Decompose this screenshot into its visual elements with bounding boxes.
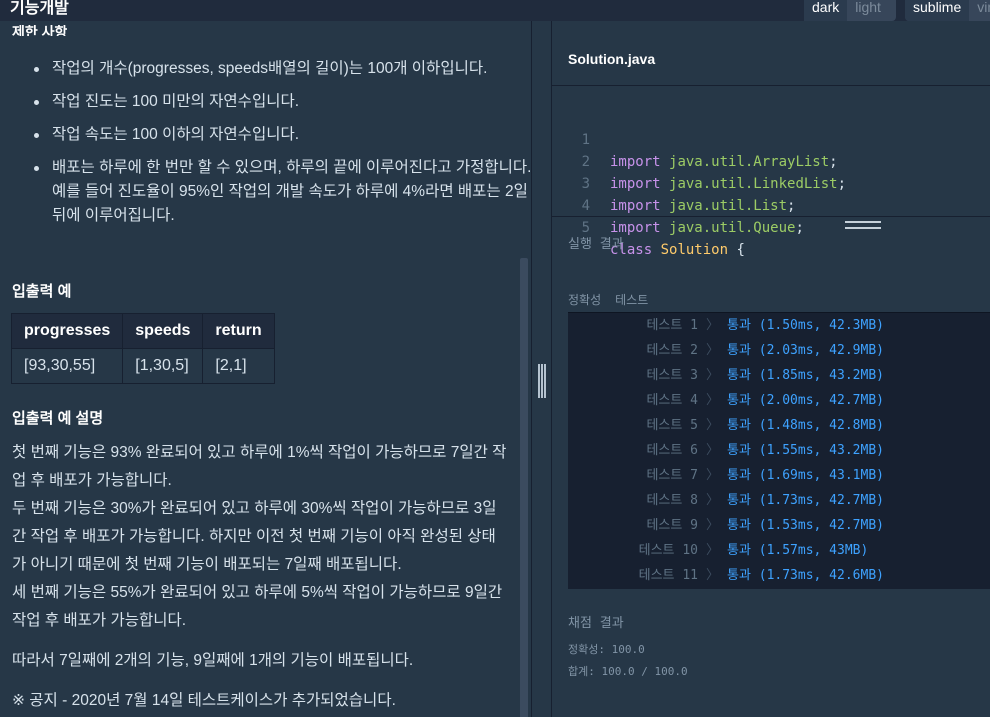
result-value: 통과 (2.00ms, 42.7MB) <box>727 393 884 408</box>
result-value: 통과 (1.69ms, 43.1MB) <box>727 468 884 483</box>
problem-title: 기능개발 <box>10 0 69 17</box>
result-label: 테스트 7 <box>646 468 698 483</box>
constraints-heading: 제한 사항 <box>12 25 68 36</box>
list-item: 작업 진도는 100 미만의 자연수입니다. <box>34 90 531 114</box>
code-package: java.util.Queue <box>669 220 796 236</box>
code-punctuation: ; <box>829 154 838 170</box>
column-header: speeds <box>122 313 204 349</box>
score-total: 합계: 100.0 / 100.0 <box>568 665 688 678</box>
code-line: 3 import java.util.List; <box>552 151 796 214</box>
result-meta-test: 테스트 <box>615 293 649 307</box>
code-keyword: import <box>610 154 661 170</box>
keymap-sublime-option[interactable]: sublime <box>905 0 970 21</box>
score-title: 채점 결과 <box>568 616 624 631</box>
result-label: 테스트 4 <box>646 393 698 408</box>
io-explanation-heading: 입출력 예 설명 <box>12 410 104 427</box>
result-label: 테스트 11 <box>638 568 698 583</box>
chevron-right-icon: 〉 <box>706 368 720 383</box>
chevron-right-icon: 〉 <box>706 418 720 433</box>
code-line: 1 import java.util.ArrayList; <box>552 107 838 170</box>
editor-panel: Solution.java 1 import java.util.ArrayLi… <box>552 21 990 717</box>
table-cell: [2,1] <box>202 348 275 384</box>
chevron-right-icon: 〉 <box>706 518 720 533</box>
result-meta-accuracy: 정확성 <box>568 293 602 307</box>
code-punctuation: { <box>728 242 745 258</box>
code-line: 2 import java.util.LinkedList; <box>552 129 846 192</box>
io-summary-paragraph: 따라서 7일째에 2개의 기능, 9일째에 1개의 기능이 배포됩니다. <box>12 652 414 669</box>
list-item: 배포는 하루에 한 번만 할 수 있으며, 하루의 끝에 이루어진다고 가정합니… <box>34 156 531 228</box>
constraints-list: 작업의 개수(progresses, speeds배열의 길이)는 100개 이… <box>22 57 531 237</box>
code-keyword: import <box>610 198 661 214</box>
chevron-right-icon: 〉 <box>706 393 720 408</box>
theme-toggle[interactable]: dark light <box>804 0 896 21</box>
result-label: 테스트 9 <box>646 518 698 533</box>
code-keyword: import <box>610 176 661 192</box>
result-label: 테스트 8 <box>646 493 698 508</box>
chevron-right-icon: 〉 <box>706 568 720 583</box>
keymap-toggle[interactable]: sublime vim <box>905 0 990 21</box>
keymap-vim-option[interactable]: vim <box>969 0 990 21</box>
result-value: 통과 (1.73ms, 42.6MB) <box>727 568 884 583</box>
description-scrollbar[interactable] <box>520 258 528 717</box>
result-label: 테스트 3 <box>646 368 698 383</box>
code-package: java.util.List <box>669 198 788 214</box>
code-package: java.util.LinkedList <box>669 176 838 192</box>
result-label: 테스트 2 <box>646 343 698 358</box>
result-label: 테스트 5 <box>646 418 698 433</box>
column-header: return <box>202 313 275 349</box>
drag-handle-icon[interactable] <box>538 364 546 398</box>
theme-light-option[interactable]: light <box>847 0 889 21</box>
code-punctuation: ; <box>837 176 847 192</box>
problem-description-panel: 제한 사항 작업의 개수(progresses, speeds배열의 길이)는 … <box>0 21 531 717</box>
top-bar: 기능개발 dark light sublime vim <box>0 0 990 21</box>
list-item: 작업 속도는 100 이하의 자연수입니다. <box>34 123 531 147</box>
result-label: 테스트 1 <box>646 318 698 333</box>
code-line: 5 class Solution { <box>552 195 745 258</box>
result-value: 통과 (1.73ms, 42.7MB) <box>727 493 884 508</box>
result-title: 실행 결과 <box>568 237 624 252</box>
code-editor[interactable]: 1 import java.util.ArrayList; 2 import j… <box>552 86 990 258</box>
result-value: 통과 (1.50ms, 42.3MB) <box>727 318 884 333</box>
editor-tab-bar: Solution.java <box>552 21 990 86</box>
score-accuracy: 정확성: 100.0 <box>568 643 645 656</box>
code-punctuation: ; <box>795 220 804 236</box>
resize-handle-icon[interactable] <box>845 221 881 229</box>
io-example-table: progresses speeds return [93,30,55] [1,3… <box>10 313 275 384</box>
results-list: 테스트 1 〉 통과 (1.50ms, 42.3MB) 테스트 2 〉 통과 (2.03… <box>568 312 990 589</box>
chevron-right-icon: 〉 <box>706 493 720 508</box>
code-line: 4 import java.util.Queue; <box>552 173 804 236</box>
column-header: progresses <box>10 313 124 349</box>
list-item: 작업의 개수(progresses, speeds배열의 길이)는 100개 이… <box>34 57 531 81</box>
code-punctuation: ; <box>787 198 796 214</box>
result-value: 통과 (1.48ms, 42.8MB) <box>727 418 884 433</box>
table-header-row: progresses speeds return <box>10 313 275 349</box>
code-class-name: Solution <box>660 242 729 258</box>
panel-divider[interactable] <box>531 21 552 717</box>
result-value: 통과 (2.03ms, 42.9MB) <box>727 343 884 358</box>
code-package: java.util.ArrayList <box>669 154 830 170</box>
io-explanation-paragraph: 첫 번째 기능은 93% 완료되어 있고 하루에 1%씩 작업이 가능하므로 7… <box>12 444 507 629</box>
chevron-right-icon: 〉 <box>706 443 720 458</box>
result-value: 통과 (1.57ms, 43MB) <box>727 543 869 558</box>
theme-dark-option[interactable]: dark <box>804 0 848 21</box>
file-tab[interactable]: Solution.java <box>568 51 655 67</box>
notice-text: ※ 공지 - 2020년 7월 14일 테스트케이스가 추가되었습니다. <box>12 692 396 709</box>
result-value: 통과 (1.55ms, 43.2MB) <box>727 443 884 458</box>
table-row: [93,30,55] [1,30,5] [2,1] <box>10 348 275 384</box>
result-label: 테스트 6 <box>646 443 698 458</box>
table-cell: [93,30,55] <box>10 348 124 384</box>
chevron-right-icon: 〉 <box>706 468 720 483</box>
chevron-right-icon: 〉 <box>706 343 720 358</box>
result-meta: 정확성 테스트 <box>568 291 662 308</box>
result-value: 통과 (1.85ms, 43.2MB) <box>727 368 884 383</box>
result-value: 통과 (1.53ms, 42.7MB) <box>727 518 884 533</box>
result-label: 테스트 10 <box>638 543 698 558</box>
table-cell: [1,30,5] <box>122 348 204 384</box>
chevron-right-icon: 〉 <box>706 543 720 558</box>
chevron-right-icon: 〉 <box>706 318 720 333</box>
io-example-heading: 입출력 예 <box>12 283 72 300</box>
